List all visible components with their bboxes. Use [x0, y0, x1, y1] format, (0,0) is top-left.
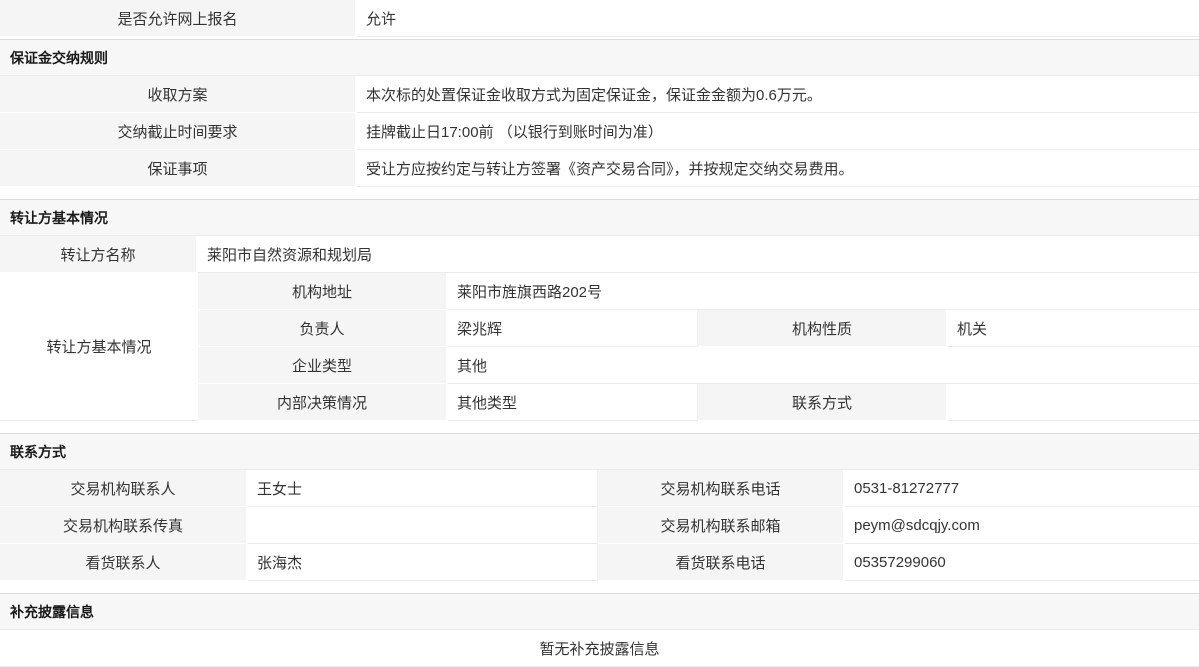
transferor-table: 转让方名称 莱阳市自然资源和规划局 转让方基本情况 机构地址 莱阳市旌旗西路20…	[0, 236, 1199, 421]
guarantee-matters-label: 保证事项	[0, 150, 357, 187]
agency-fax-label: 交易机构联系传真	[0, 507, 248, 544]
internal-decision-value: 其他类型	[448, 384, 698, 421]
viewing-phone-value: 05357299060	[845, 544, 1199, 581]
org-address-value: 莱阳市旌旗西路202号	[448, 273, 1199, 310]
agency-fax-value	[248, 507, 598, 544]
org-nature-value: 机关	[948, 310, 1199, 347]
table-row: 看货联系人 张海杰 看货联系电话 05357299060	[0, 544, 1199, 581]
transferor-name-value: 莱阳市自然资源和规划局	[198, 236, 1199, 273]
transferor-basic-rowgroup: 转让方基本情况 机构地址 莱阳市旌旗西路202号 负责人 梁兆辉 机构性质 机关…	[0, 273, 1199, 421]
viewing-phone-label: 看货联系电话	[598, 544, 845, 581]
table-row: 收取方案 本次标的处置保证金收取方式为固定保证金，保证金金额为0.6万元。	[0, 76, 1199, 113]
section-title-deposit-rules: 保证金交纳规则	[0, 39, 1199, 76]
table-row: 内部决策情况 其他类型 联系方式	[198, 384, 1199, 421]
table-row: 机构地址 莱阳市旌旗西路202号	[198, 273, 1199, 310]
online-registration-value: 允许	[357, 0, 1199, 37]
viewing-contact-label: 看货联系人	[0, 544, 248, 581]
collection-plan-value: 本次标的处置保证金收取方式为固定保证金，保证金金额为0.6万元。	[357, 76, 1199, 113]
agency-contact-label: 交易机构联系人	[0, 470, 248, 507]
transferor-contact-value	[948, 384, 1199, 421]
section-title-contacts: 联系方式	[0, 433, 1199, 470]
viewing-contact-value: 张海杰	[248, 544, 598, 581]
section-title-transferor: 转让方基本情况	[0, 199, 1199, 236]
enterprise-type-label: 企业类型	[198, 347, 448, 384]
table-row: 保证事项 受让方应按约定与转让方签署《资产交易合同》，并按规定交纳交易费用。	[0, 150, 1199, 187]
supplementary-disclosure-empty-note: 暂无补充披露信息	[0, 630, 1199, 667]
asset-listing-detail-page: 是否允许网上报名 允许 保证金交纳规则 收取方案 本次标的处置保证金收取方式为固…	[0, 0, 1199, 667]
org-nature-label: 机构性质	[698, 310, 948, 347]
agency-phone-label: 交易机构联系电话	[598, 470, 845, 507]
agency-email-value: peym@sdcqjy.com	[845, 507, 1199, 544]
table-row: 负责人 梁兆辉 机构性质 机关	[198, 310, 1199, 347]
deposit-rules-table: 收取方案 本次标的处置保证金收取方式为固定保证金，保证金金额为0.6万元。 交纳…	[0, 76, 1199, 187]
person-in-charge-value: 梁兆辉	[448, 310, 698, 347]
table-row: 企业类型 其他	[198, 347, 1199, 384]
transferor-contact-label: 联系方式	[698, 384, 948, 421]
table-row: 转让方名称 莱阳市自然资源和规划局	[0, 236, 1199, 273]
collection-plan-label: 收取方案	[0, 76, 357, 113]
guarantee-matters-value: 受让方应按约定与转让方签署《资产交易合同》，并按规定交纳交易费用。	[357, 150, 1199, 187]
section-title-supplementary-disclosure: 补充披露信息	[0, 593, 1199, 630]
transferor-name-label: 转让方名称	[0, 236, 198, 273]
payment-deadline-label: 交纳截止时间要求	[0, 113, 357, 150]
internal-decision-label: 内部决策情况	[198, 384, 448, 421]
table-row: 交纳截止时间要求 挂牌截止日17:00前 （以银行到账时间为准）	[0, 113, 1199, 150]
enterprise-type-value: 其他	[448, 347, 1199, 384]
org-address-label: 机构地址	[198, 273, 448, 310]
online-registration-row: 是否允许网上报名 允许	[0, 0, 1199, 37]
table-row: 交易机构联系人 王女士 交易机构联系电话 0531-81272777	[0, 470, 1199, 507]
agency-email-label: 交易机构联系邮箱	[598, 507, 845, 544]
payment-deadline-value: 挂牌截止日17:00前 （以银行到账时间为准）	[357, 113, 1199, 150]
transferor-nested-rows: 机构地址 莱阳市旌旗西路202号 负责人 梁兆辉 机构性质 机关 企业类型 其他…	[198, 273, 1199, 421]
agency-contact-value: 王女士	[248, 470, 598, 507]
table-row: 交易机构联系传真 交易机构联系邮箱 peym@sdcqjy.com	[0, 507, 1199, 544]
agency-phone-value: 0531-81272777	[845, 470, 1199, 507]
person-in-charge-label: 负责人	[198, 310, 448, 347]
online-registration-label: 是否允许网上报名	[0, 0, 357, 37]
contacts-table: 交易机构联系人 王女士 交易机构联系电话 0531-81272777 交易机构联…	[0, 470, 1199, 581]
transferor-basic-label: 转让方基本情况	[0, 273, 198, 421]
